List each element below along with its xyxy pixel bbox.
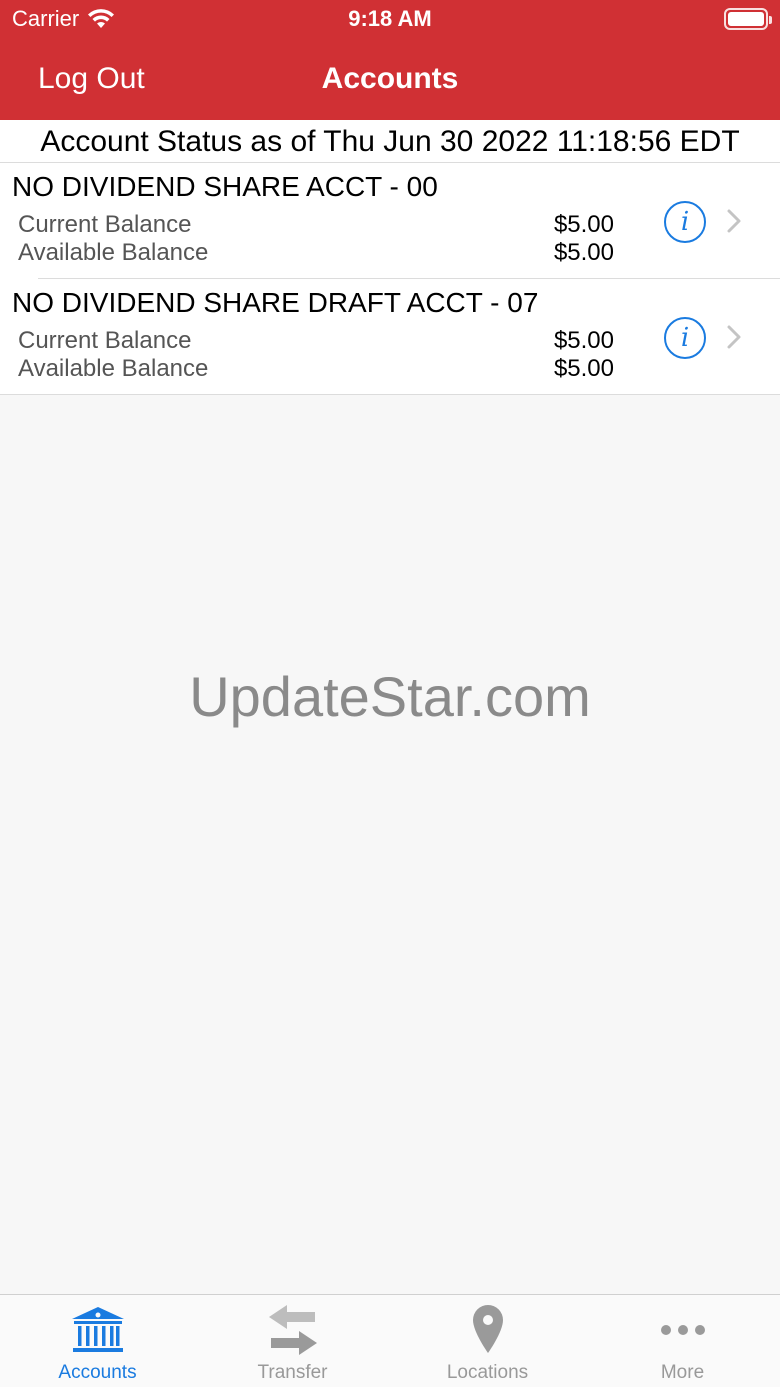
tab-label: Locations xyxy=(446,1362,529,1383)
tab-more[interactable]: More xyxy=(585,1295,780,1387)
row-divider xyxy=(0,394,780,395)
tab-label: Transfer xyxy=(257,1362,328,1383)
available-balance-value: $5.00 xyxy=(553,239,614,266)
tab-transfer[interactable]: Transfer xyxy=(195,1295,390,1387)
account-name: NO DIVIDEND SHARE DRAFT ACCT - 07 xyxy=(12,287,539,318)
battery-icon xyxy=(724,8,772,30)
info-icon[interactable]: i xyxy=(664,201,706,243)
chevron-right-icon xyxy=(727,209,741,233)
tab-accounts[interactable]: Accounts xyxy=(0,1295,195,1387)
current-balance-value: $5.00 xyxy=(553,327,614,354)
current-balance-label: Current Balance xyxy=(18,327,192,354)
tab-locations[interactable]: Locations xyxy=(390,1295,585,1387)
tab-label: More xyxy=(660,1362,705,1383)
current-balance-value: $5.00 xyxy=(553,211,614,238)
watermark: UpdateStar.com xyxy=(189,665,591,728)
account-list: NO DIVIDEND SHARE ACCT - 00 Current Bala… xyxy=(0,163,780,395)
more-dots-icon xyxy=(660,1325,705,1335)
current-balance-label: Current Balance xyxy=(18,211,192,238)
account-row[interactable]: NO DIVIDEND SHARE DRAFT ACCT - 07 Curren… xyxy=(0,279,780,395)
available-balance-label: Available Balance xyxy=(18,355,209,382)
location-pin-icon xyxy=(472,1305,503,1353)
tab-bar: Accounts Transfer Locations More xyxy=(0,1294,780,1387)
logout-button[interactable]: Log Out xyxy=(38,62,145,96)
status-time: 9:18 AM xyxy=(348,6,432,31)
available-balance-value: $5.00 xyxy=(553,355,614,382)
info-icon[interactable]: i xyxy=(664,317,706,359)
account-status-header: Account Status as of Thu Jun 30 2022 11:… xyxy=(0,120,780,163)
bank-icon xyxy=(71,1307,124,1352)
transfer-icon xyxy=(268,1305,317,1355)
header-bar: Carrier 9:18 AM Log Out Accounts xyxy=(0,0,780,120)
account-row[interactable]: NO DIVIDEND SHARE ACCT - 00 Current Bala… xyxy=(0,163,780,279)
tab-label: Accounts xyxy=(58,1362,137,1383)
available-balance-label: Available Balance xyxy=(18,239,209,266)
chevron-right-icon xyxy=(727,325,741,349)
account-name: NO DIVIDEND SHARE ACCT - 00 xyxy=(12,171,438,202)
